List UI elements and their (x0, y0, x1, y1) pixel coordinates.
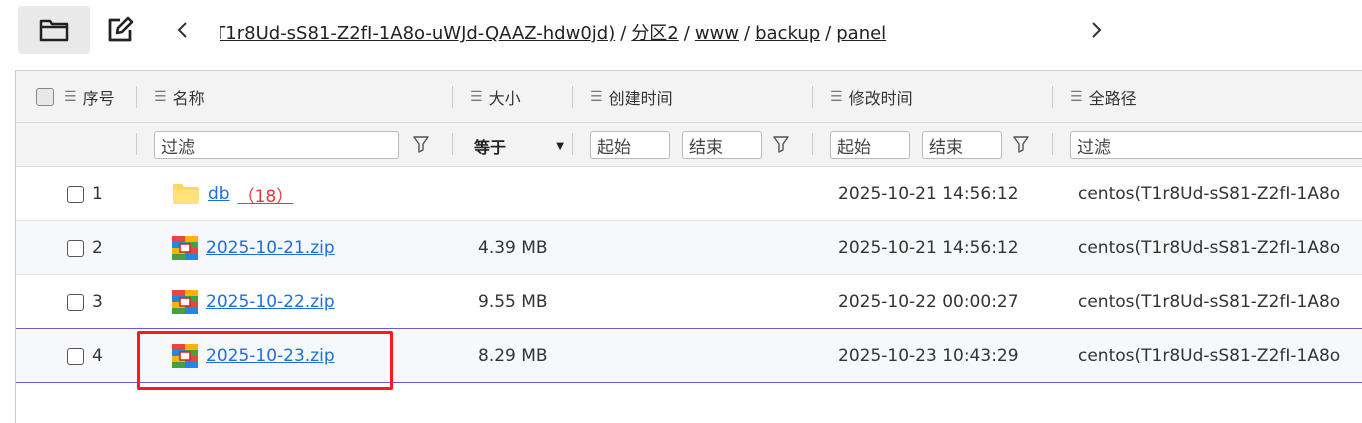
column-menu-icon[interactable]: ☰ (470, 89, 483, 105)
folder-button[interactable] (18, 6, 90, 54)
dropdown-arrow-icon: ▼ (556, 140, 564, 152)
breadcrumb-separator: / (744, 23, 751, 44)
filter-row: 过滤 等于 ▼ 起始 结束 起始 结束 过滤 (16, 123, 1362, 167)
row-checkbox[interactable] (67, 293, 84, 311)
size-operator-select[interactable]: 等于 ▼ (474, 133, 564, 159)
zip-file-icon (172, 344, 198, 368)
path-filter-input[interactable]: 过滤 (1070, 131, 1362, 159)
breadcrumb-next-button[interactable] (1085, 16, 1109, 44)
breadcrumb-separator: / (683, 23, 690, 44)
chevron-right-icon (1092, 22, 1102, 38)
full-path: centos(T1r8Ud-sS81-Z2fI-1A8o (1078, 238, 1341, 258)
file-size: 4.39 MB (478, 238, 548, 258)
column-menu-icon[interactable]: ☰ (830, 89, 843, 105)
full-path: centos(T1r8Ud-sS81-Z2fI-1A8o (1078, 184, 1341, 204)
breadcrumb: ɔs(T1r8Ud-sS81-Z2fI-1A8o-uWJd-QAAZ-hdw0j… (220, 19, 1060, 47)
folder-icon (173, 184, 199, 204)
zip-file-icon (172, 290, 198, 314)
created-filter-button[interactable] (770, 133, 792, 155)
file-size: 9.55 MB (478, 292, 548, 312)
file-link[interactable]: 2025-10-21.zip (206, 238, 335, 258)
file-link[interactable]: 2025-10-23.zip (206, 346, 335, 366)
file-link[interactable]: 2025-10-22.zip (206, 292, 335, 312)
modified-start-input[interactable]: 起始 (830, 131, 910, 159)
created-end-input[interactable]: 结束 (682, 131, 762, 159)
folder-icon (39, 19, 69, 42)
folder-count: （18） (237, 186, 294, 207)
grid-header: ☰ 序号 ☰ 名称 ☰ 大小 ☰ 创建时间 ☰ 修改时间 ☰ 全路径 (16, 71, 1362, 123)
row-index: 1 (92, 184, 103, 204)
filter-icon (413, 136, 429, 153)
column-header-name[interactable]: ☰ 名称 (154, 85, 205, 109)
table-row[interactable]: 3 2025-10-22.zip 9.55 MB 2025-10-22 00:0… (16, 275, 1362, 329)
modified-time: 2025-10-22 00:00:27 (838, 292, 1019, 312)
modified-filter-button[interactable] (1010, 133, 1032, 155)
modified-end-input[interactable]: 结束 (922, 131, 1002, 159)
table-row[interactable]: 2 2025-10-21.zip 4.39 MB 2025-10-21 14:5… (16, 221, 1362, 275)
select-all-checkbox[interactable] (36, 88, 54, 106)
column-menu-icon[interactable]: ☰ (1070, 89, 1083, 105)
breadcrumb-separator: / (825, 23, 832, 44)
column-menu-icon[interactable]: ☰ (64, 89, 77, 105)
breadcrumb-item-backup[interactable]: backup (755, 23, 820, 44)
column-header-created[interactable]: ☰ 创建时间 (590, 85, 673, 109)
filter-icon (773, 136, 789, 153)
edit-icon (108, 16, 134, 42)
row-index: 2 (92, 238, 103, 258)
modified-time: 2025-10-23 10:43:29 (838, 346, 1019, 366)
modified-time: 2025-10-21 14:56:12 (838, 184, 1019, 204)
column-header-fullpath[interactable]: ☰ 全路径 (1070, 85, 1137, 109)
edit-button[interactable] (100, 10, 140, 50)
filter-icon (1013, 136, 1029, 153)
file-size: 8.29 MB (478, 346, 548, 366)
toolbar: ɔs(T1r8Ud-sS81-Z2fI-1A8o-uWJd-QAAZ-hdw0j… (0, 0, 1362, 62)
table-row[interactable]: 1 db （18） 2025-10-21 14:56:12 centos(T1r… (16, 167, 1362, 221)
column-header-index[interactable]: ☰ 序号 (64, 85, 115, 109)
breadcrumb-item-root[interactable]: ɔs(T1r8Ud-sS81-Z2fI-1A8o-uWJd-QAAZ-hdw0j… (220, 23, 615, 44)
column-menu-icon[interactable]: ☰ (154, 89, 167, 105)
breadcrumb-separator: / (620, 23, 627, 44)
column-menu-icon[interactable]: ☰ (590, 89, 603, 105)
row-checkbox[interactable] (67, 185, 84, 203)
zip-file-icon (172, 236, 198, 260)
row-checkbox[interactable] (67, 347, 84, 365)
breadcrumb-item-panel[interactable]: panel (836, 23, 886, 44)
chevron-left-icon (177, 22, 187, 38)
full-path: centos(T1r8Ud-sS81-Z2fI-1A8o (1078, 346, 1341, 366)
modified-time: 2025-10-21 14:56:12 (838, 238, 1019, 258)
table-row-selected[interactable]: 4 2025-10-23.zip 8.29 MB 2025-10-23 10:4… (16, 329, 1362, 383)
column-header-modified[interactable]: ☰ 修改时间 (830, 85, 913, 109)
column-header-size[interactable]: ☰ 大小 (470, 85, 521, 109)
created-start-input[interactable]: 起始 (590, 131, 670, 159)
file-grid: ☰ 序号 ☰ 名称 ☰ 大小 ☰ 创建时间 ☰ 修改时间 ☰ 全路径 过滤 等于… (15, 70, 1362, 423)
breadcrumb-prev-button[interactable] (170, 16, 194, 44)
name-filter-button[interactable] (410, 133, 432, 155)
file-link[interactable]: db (208, 184, 230, 204)
name-filter-input[interactable]: 过滤 (154, 131, 399, 159)
row-checkbox[interactable] (67, 239, 84, 257)
full-path: centos(T1r8Ud-sS81-Z2fI-1A8o (1078, 292, 1341, 312)
row-index: 3 (92, 292, 103, 312)
row-index: 4 (92, 346, 103, 366)
breadcrumb-item-partition[interactable]: 分区2 (631, 23, 678, 44)
breadcrumb-item-www[interactable]: www (695, 23, 739, 44)
